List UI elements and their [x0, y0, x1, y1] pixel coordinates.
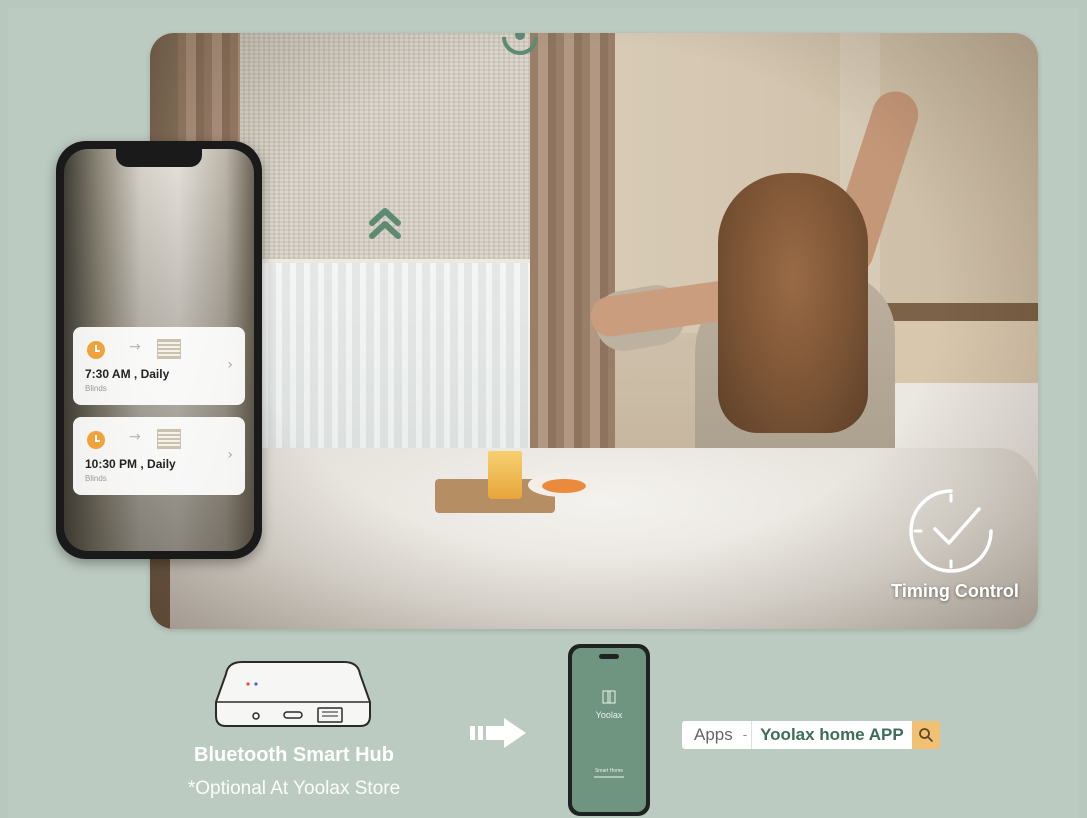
schedule-device: Blinds — [85, 384, 107, 393]
arrow-right-icon: → — [129, 429, 141, 445]
hub-title: Bluetooth Smart Hub — [194, 744, 394, 766]
search-input[interactable]: Yoolax home APP — [751, 721, 912, 749]
app-phone: Yoolax Smart Home — [568, 644, 650, 816]
schedule-card[interactable]: → 7:30 AM , Daily Blinds › — [73, 327, 245, 405]
app-tagline: Smart Home — [594, 768, 624, 774]
timer-icon — [909, 489, 993, 573]
phone-notch — [599, 654, 619, 659]
bluetooth-hub-image — [215, 661, 371, 727]
search-button[interactable] — [911, 721, 940, 749]
search-category[interactable]: Apps — [682, 721, 739, 749]
search-separator: - — [738, 721, 752, 749]
timing-control-label: Timing Control — [891, 581, 1019, 601]
blinds-icon — [157, 339, 181, 359]
schedule-time: 7:30 AM , Daily — [85, 367, 170, 381]
clock-icon — [87, 341, 105, 359]
target-icon — [502, 33, 538, 55]
schedule-device: Blinds — [85, 474, 107, 483]
hub-subtitle: *Optional At Yoolax Store — [187, 778, 401, 799]
arrow-right-icon: → — [129, 339, 141, 355]
schedule-time: 10:30 PM , Daily — [85, 457, 176, 471]
phone-notch — [116, 149, 202, 167]
bedroom-scene: Timing Control — [150, 33, 1038, 629]
search-icon — [918, 728, 933, 742]
phone-screen: → 7:30 AM , Daily Blinds › → 10:30 PM , … — [64, 149, 254, 551]
app-tagline-underline — [594, 776, 624, 778]
app-store-search[interactable]: Apps - Yoolax home APP — [682, 721, 940, 749]
chevron-right-icon: › — [227, 357, 233, 373]
chevron-right-icon: › — [227, 447, 233, 463]
yoolax-logo-icon — [602, 690, 616, 704]
app-name: Yoolax — [595, 710, 623, 720]
blind-up-icon — [369, 208, 401, 239]
arrow-right-icon — [470, 718, 526, 748]
schedule-card[interactable]: → 10:30 PM , Daily Blinds › — [73, 417, 245, 495]
clock-icon — [87, 431, 105, 449]
blinds-icon — [157, 429, 181, 449]
schedule-phone: → 7:30 AM , Daily Blinds › → 10:30 PM , … — [56, 141, 262, 559]
app-screen: Yoolax Smart Home — [572, 648, 646, 812]
